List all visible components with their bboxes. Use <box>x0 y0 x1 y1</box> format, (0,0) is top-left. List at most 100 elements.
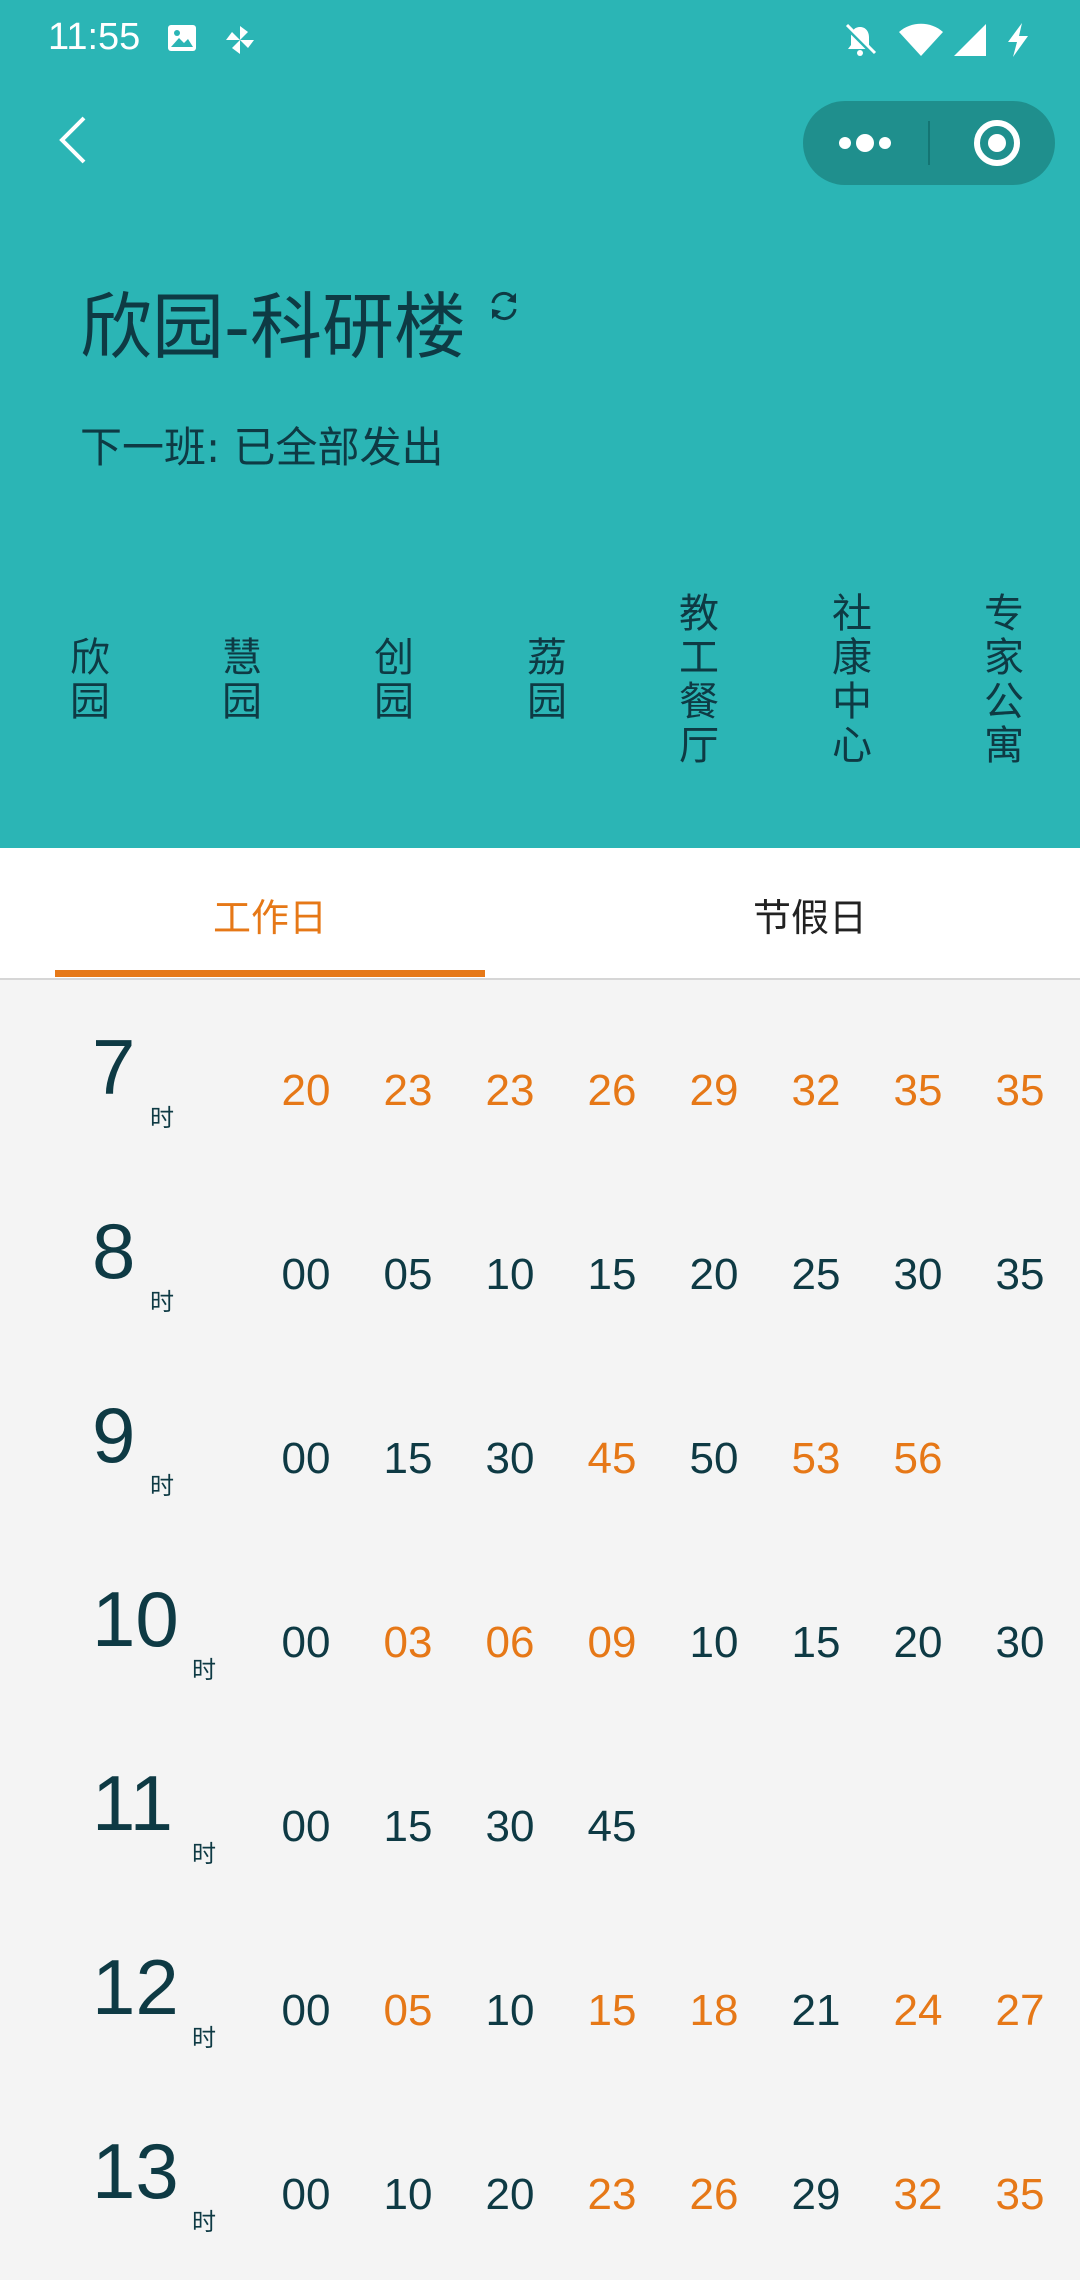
stop-item: 荔园 <box>527 635 567 725</box>
refresh-icon[interactable] <box>486 288 522 324</box>
hour-row: 12 时 00 05 10 15 18 21 24 27 <box>0 1902 1080 2086</box>
stop-item: 慧园 <box>222 635 262 725</box>
departure-minute: 10 <box>689 1618 739 1667</box>
departure-minute: 23 <box>383 1066 433 1115</box>
hour-unit: 时 <box>192 2208 216 2236</box>
hour-row: 11 时 00 15 30 45 <box>0 1718 1080 1902</box>
departure-minute: 56 <box>893 1434 943 1483</box>
stop-item: 教工餐厅 <box>679 591 719 769</box>
status-bar: 11:55 <box>0 0 1080 80</box>
departure-minute: 00 <box>281 1986 331 2035</box>
back-button[interactable] <box>40 104 110 174</box>
departure-minute: 10 <box>485 1986 535 2035</box>
hour-label: 10 <box>92 1575 179 1663</box>
departure-minute: 21 <box>791 1986 841 2035</box>
departure-minute: 20 <box>689 1250 739 1299</box>
departure-minute: 30 <box>485 1434 535 1483</box>
more-dots-icon <box>839 134 891 152</box>
day-type-tabs: 工作日 节假日 <box>0 848 1080 980</box>
departure-minute: 03 <box>383 1618 433 1667</box>
departure-minute: 50 <box>689 1434 739 1483</box>
hour-label: 7 <box>92 1023 136 1111</box>
departure-minute: 20 <box>485 2170 535 2219</box>
departure-minute: 35 <box>995 1066 1045 1115</box>
departure-minute: 35 <box>995 2170 1045 2219</box>
target-icon <box>974 120 1020 166</box>
tab-workday[interactable]: 工作日 <box>0 848 540 980</box>
hour-row: 9 时 00 15 30 45 50 53 56 <box>0 1350 1080 1534</box>
hour-label: 12 <box>92 1943 179 2031</box>
stop-item: 创园 <box>374 635 414 725</box>
header: 11:55 欣园-科研楼 下一班: 已全部发出 欣园 慧园 创园 荔园 教工餐厅… <box>0 0 1080 848</box>
departure-minute: 00 <box>281 1434 331 1483</box>
charging-icon <box>1004 22 1032 62</box>
departure-minute: 15 <box>383 1802 433 1851</box>
departure-minute: 15 <box>791 1618 841 1667</box>
departure-minute: 10 <box>383 2170 433 2219</box>
hour-unit: 时 <box>150 1472 174 1500</box>
page-title: 欣园-科研楼 <box>80 285 466 369</box>
next-bus-status: 下一班: 已全部发出 <box>80 423 444 472</box>
hour-row: 8 时 00 05 10 15 20 25 30 35 <box>0 1166 1080 1350</box>
departure-minute: 35 <box>893 1066 943 1115</box>
departure-minute: 00 <box>281 1618 331 1667</box>
hour-label: 13 <box>92 2127 179 2215</box>
departure-minute: 29 <box>689 1066 739 1115</box>
stop-list: 欣园 慧园 创园 荔园 教工餐厅 社康中心 专家公寓 <box>0 580 1080 780</box>
departure-minute: 35 <box>995 1250 1045 1299</box>
departure-minute: 15 <box>587 1986 637 2035</box>
mini-program-capsule <box>803 101 1055 185</box>
bell-off-icon <box>842 22 878 62</box>
departure-minute: 27 <box>995 1986 1045 2035</box>
departure-minute: 10 <box>485 1250 535 1299</box>
close-miniprogram-button[interactable] <box>930 101 1055 185</box>
departure-minute: 25 <box>791 1250 841 1299</box>
stop-item: 社康中心 <box>832 591 872 769</box>
departure-minute: 20 <box>893 1618 943 1667</box>
departure-minute: 45 <box>587 1434 637 1483</box>
hour-label: 9 <box>92 1391 136 1479</box>
more-button[interactable] <box>803 101 928 185</box>
hour-row: 7 时 20 23 23 26 29 32 35 35 <box>0 982 1080 1166</box>
departure-minute: 45 <box>587 1802 637 1851</box>
wifi-icon <box>898 22 944 62</box>
active-tab-indicator <box>55 970 485 977</box>
departure-minute: 23 <box>485 1066 535 1115</box>
hour-row: 13 时 00 10 20 23 26 29 32 35 <box>0 2086 1080 2270</box>
image-icon <box>166 22 198 58</box>
stop-item: 专家公寓 <box>984 591 1024 769</box>
departure-minute: 15 <box>383 1434 433 1483</box>
departure-minute: 32 <box>893 2170 943 2219</box>
departure-minute: 18 <box>689 1986 739 2035</box>
departure-minute: 05 <box>383 1986 433 2035</box>
departure-minute: 15 <box>587 1250 637 1299</box>
departure-minute: 09 <box>587 1618 637 1667</box>
departure-minute: 26 <box>587 1066 637 1115</box>
departure-minute: 00 <box>281 1250 331 1299</box>
departure-minute: 05 <box>383 1250 433 1299</box>
departure-minute: 06 <box>485 1618 535 1667</box>
departure-minute: 32 <box>791 1066 841 1115</box>
chevron-left-icon <box>59 116 86 164</box>
departure-minute: 53 <box>791 1434 841 1483</box>
hour-unit: 时 <box>192 1656 216 1684</box>
departure-minute: 30 <box>893 1250 943 1299</box>
departure-minute: 00 <box>281 1802 331 1851</box>
signal-icon <box>952 22 988 62</box>
departure-minute: 23 <box>587 2170 637 2219</box>
stop-item: 欣园 <box>70 635 110 725</box>
hour-label: 8 <box>92 1207 136 1295</box>
hour-label: 11 <box>92 1759 173 1847</box>
departure-minute: 30 <box>995 1618 1045 1667</box>
hour-unit: 时 <box>150 1104 174 1132</box>
departure-minute: 00 <box>281 2170 331 2219</box>
tab-holiday[interactable]: 节假日 <box>540 848 1080 980</box>
departure-minute: 24 <box>893 1986 943 2035</box>
departure-minute: 30 <box>485 1802 535 1851</box>
hour-unit: 时 <box>150 1288 174 1316</box>
departure-minute: 26 <box>689 2170 739 2219</box>
pinwheel-icon <box>222 22 258 62</box>
departure-minute: 20 <box>281 1066 331 1115</box>
hour-unit: 时 <box>192 1840 216 1868</box>
status-time: 11:55 <box>48 16 141 58</box>
